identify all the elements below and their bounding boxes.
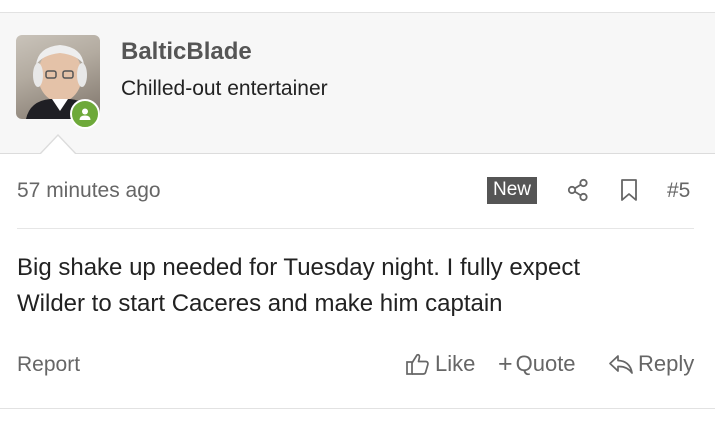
post-body-line: Wilder to start Caceres and make him cap… <box>17 290 503 317</box>
reply-label: Reply <box>638 351 695 376</box>
thumbs-up-icon <box>406 353 429 375</box>
post-body: Big shake up needed for Tuesday night. I… <box>17 250 697 322</box>
username[interactable]: BalticBlade <box>121 38 252 66</box>
reply-icon <box>609 355 633 374</box>
report-link[interactable]: Report <box>17 353 80 377</box>
user-online-icon <box>70 99 100 129</box>
header-pointer-fill <box>40 136 76 155</box>
quote-button[interactable]: + Quote <box>498 351 576 377</box>
bottom-divider <box>0 408 715 409</box>
quote-label: Quote <box>515 351 576 376</box>
user-title: Chilled-out entertainer <box>121 77 328 100</box>
like-button[interactable]: Like <box>405 351 475 377</box>
post-actions: Report Like + Quote Reply <box>17 350 695 382</box>
user-header: BalticBlade Chilled-out entertainer <box>0 13 715 154</box>
reply-button[interactable]: Reply <box>608 351 694 377</box>
bookmark-icon[interactable] <box>619 178 639 207</box>
share-icon[interactable] <box>567 178 589 207</box>
plus-icon: + <box>498 350 513 378</box>
post-body-line: Big shake up needed for Tuesday night. I… <box>17 254 581 281</box>
forum-post: BalticBlade Chilled-out entertainer 57 m… <box>0 0 715 421</box>
like-label: Like <box>435 351 476 376</box>
post-meta: 57 minutes ago New #5 <box>17 176 695 206</box>
post-timestamp[interactable]: 57 minutes ago <box>17 179 161 203</box>
new-badge: New <box>487 177 538 204</box>
meta-divider <box>17 228 694 229</box>
post-number-link[interactable]: #5 <box>667 179 690 203</box>
